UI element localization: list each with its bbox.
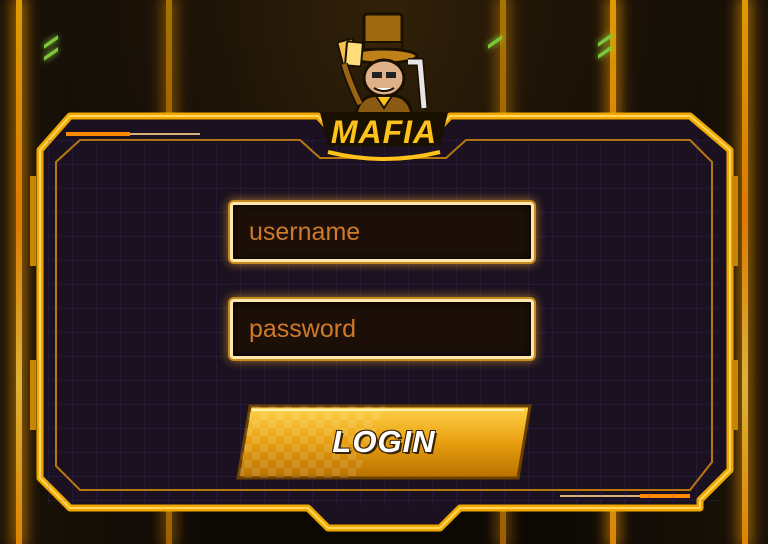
password-input[interactable] (233, 302, 531, 356)
logo-text: MAFIA (330, 114, 438, 150)
username-field[interactable] (230, 202, 534, 262)
mafia-logo: MAFIA (300, 4, 468, 172)
username-input[interactable] (233, 205, 531, 259)
password-field[interactable] (230, 299, 534, 359)
login-button[interactable]: LOGIN (236, 404, 532, 480)
login-button-label: LOGIN (332, 424, 436, 459)
